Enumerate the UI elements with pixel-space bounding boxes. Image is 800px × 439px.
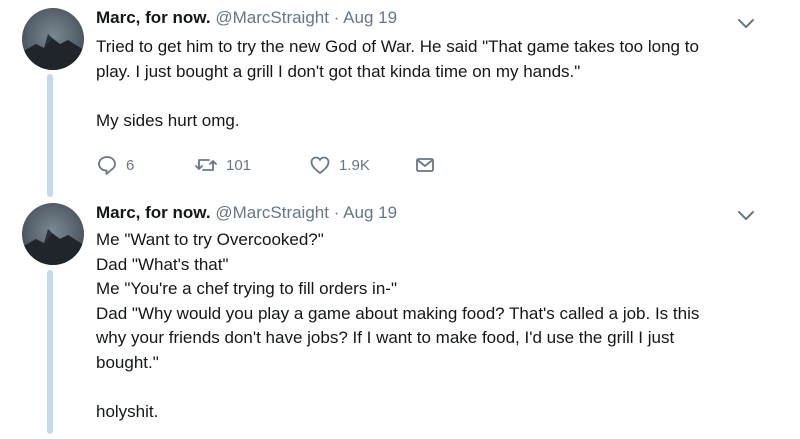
tweet-line: Me "Want to try Overcooked?" — [96, 230, 324, 249]
reply-count: 6 — [126, 156, 135, 174]
retweet-button[interactable]: 101 — [194, 154, 251, 176]
tweet-line: Me "You're a chef trying to fill orders … — [96, 279, 397, 298]
tweet-line: why your friends don't have jobs? If I w… — [96, 328, 675, 347]
chevron-down-icon[interactable] — [735, 206, 757, 224]
reply-icon — [96, 154, 118, 176]
retweet-icon — [194, 154, 218, 176]
chevron-down-icon[interactable] — [735, 14, 757, 32]
tweet-header: Marc, for now. @MarcStraight · Aug 19 — [96, 203, 397, 223]
avatar[interactable] — [22, 203, 84, 265]
retweet-count: 101 — [226, 156, 252, 174]
tweet-line: Tried to get him to try the new God of W… — [96, 37, 699, 56]
tweet-text: Tried to get him to try the new God of W… — [96, 35, 776, 133]
separator-dot: · — [333, 8, 340, 27]
message-icon — [414, 154, 436, 176]
tweet-line — [96, 84, 776, 109]
tweet-line: holyshit. — [96, 401, 159, 421]
tweet-line: My sides hurt omg. — [96, 110, 240, 130]
tweet-date[interactable]: Aug 19 — [343, 203, 397, 222]
tweet-line: Dad "Why would you play a game about mak… — [96, 303, 700, 323]
author-handle[interactable]: @MarcStraight — [215, 203, 329, 222]
like-button[interactable]: 1.9K — [309, 154, 370, 176]
author-handle[interactable]: @MarcStraight — [215, 8, 329, 27]
tweet-text: Me "Want to try Overcooked?" Dad "What's… — [96, 228, 776, 424]
avatar[interactable] — [22, 8, 84, 70]
thread-line — [47, 74, 53, 197]
tweet-header: Marc, for now. @MarcStraight · Aug 19 — [96, 8, 397, 28]
separator-dot: · — [333, 203, 340, 222]
tweet-date[interactable]: Aug 19 — [343, 8, 397, 27]
thread-line-2 — [47, 270, 53, 434]
message-button[interactable] — [414, 154, 436, 176]
tweet-line: Dad "What's that" — [96, 254, 229, 274]
author-name[interactable]: Marc, for now. — [96, 8, 211, 27]
like-count: 1.9K — [339, 156, 370, 174]
tweet-line: bought." — [96, 352, 159, 372]
author-name[interactable]: Marc, for now. — [96, 203, 211, 222]
tweet-line — [96, 375, 776, 400]
reply-button[interactable]: 6 — [96, 154, 134, 176]
tweet-line: play. I just bought a grill I don't got … — [96, 61, 581, 81]
like-icon — [309, 154, 331, 176]
